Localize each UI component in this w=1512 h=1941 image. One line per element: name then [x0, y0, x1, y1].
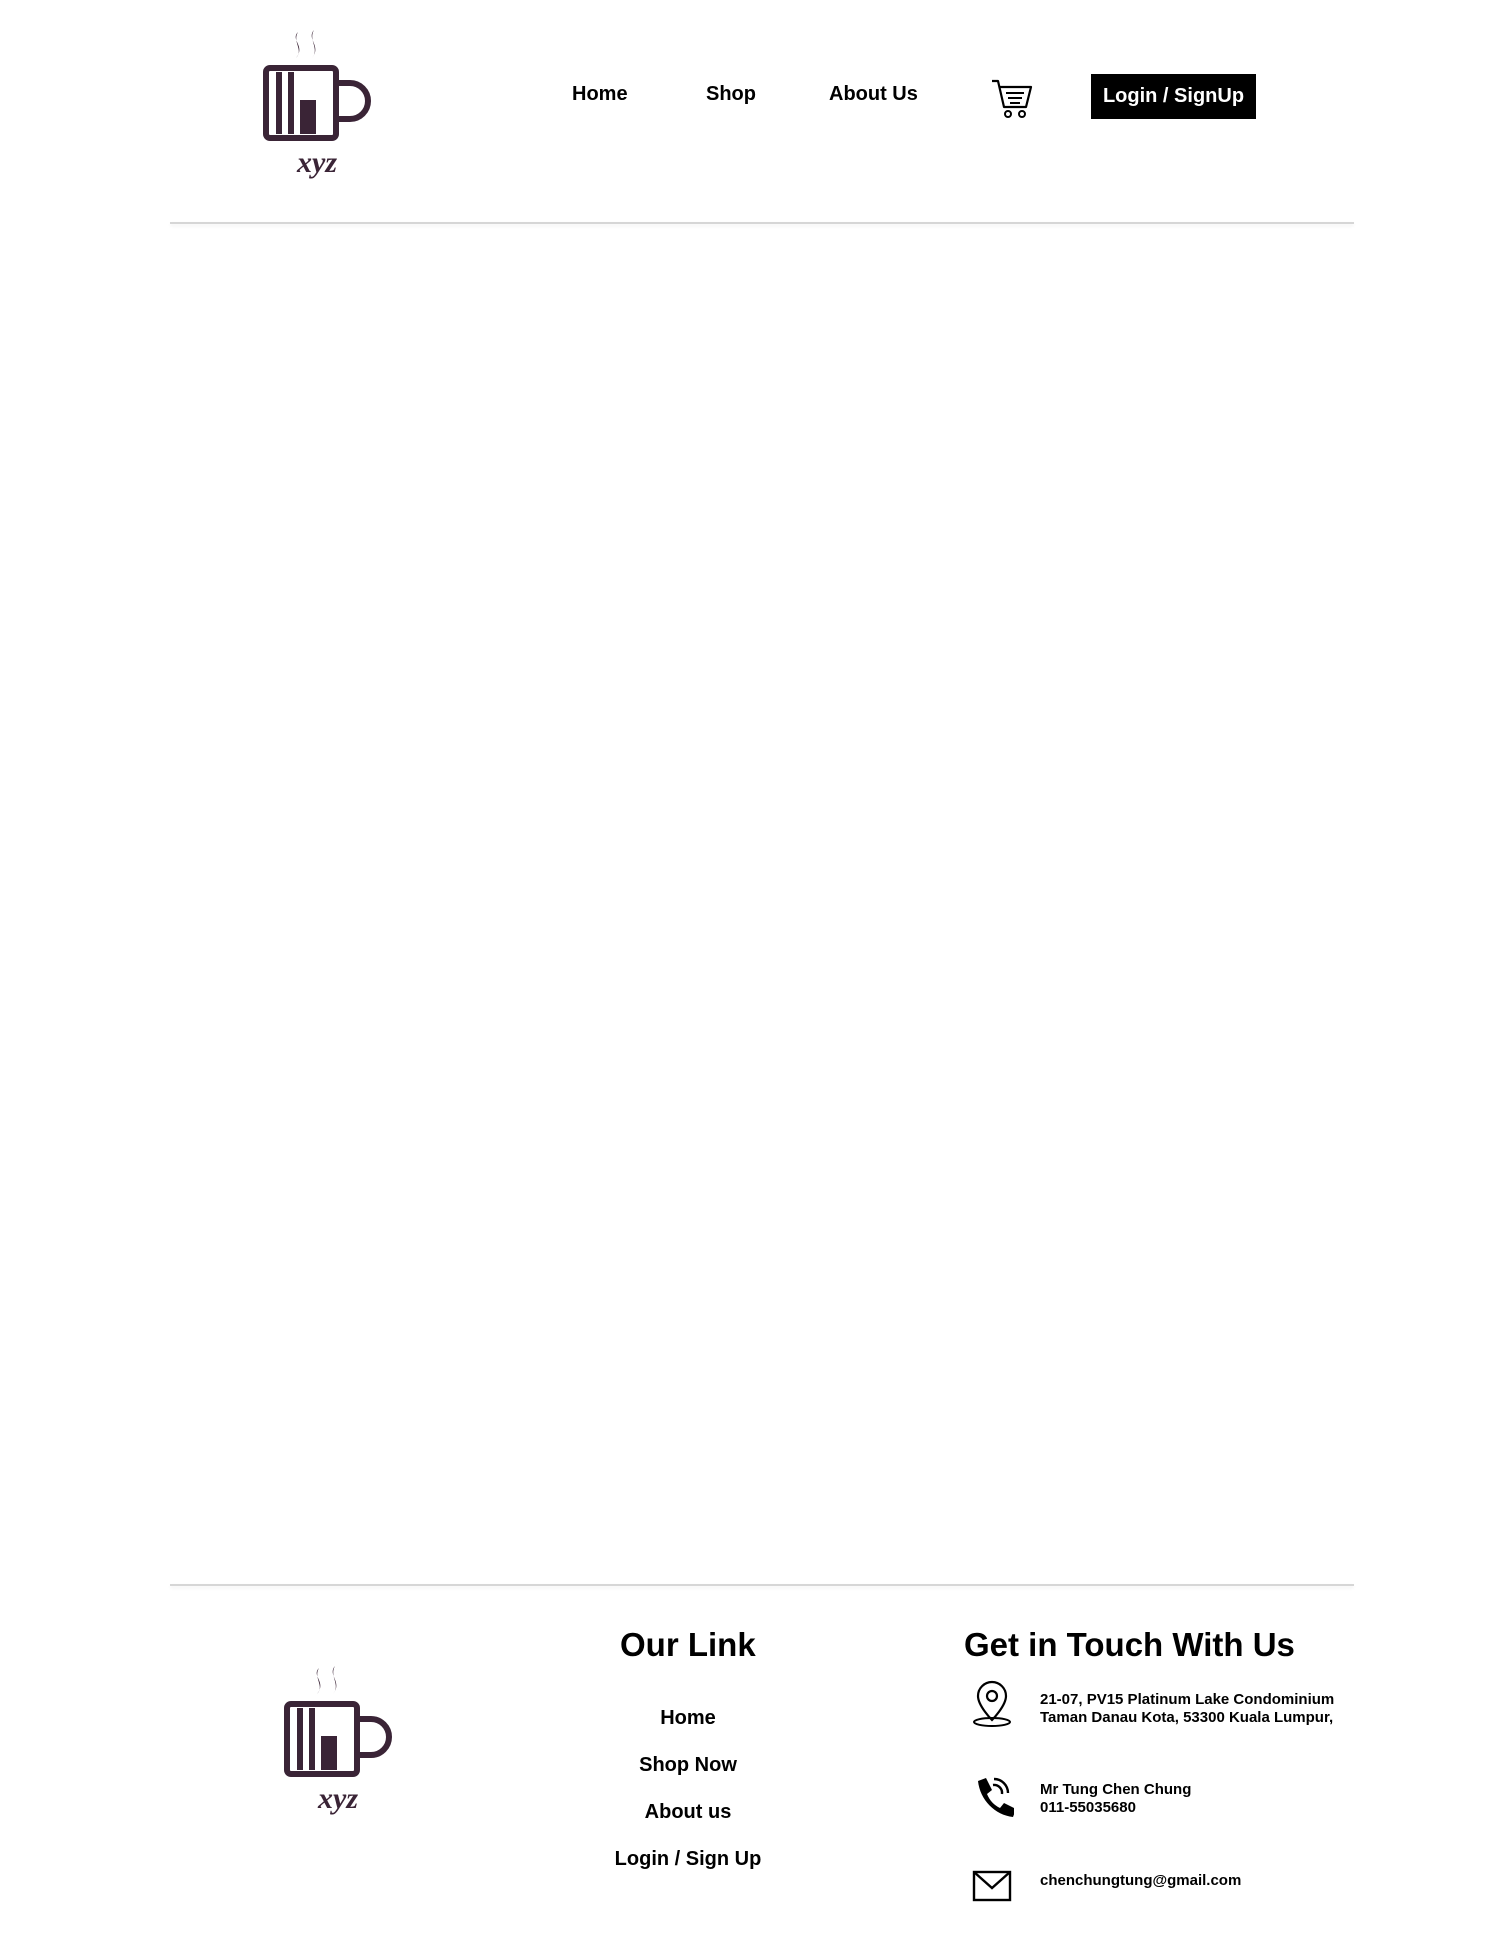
footer-link-home[interactable]: Home [588, 1707, 788, 1730]
mail-icon [970, 1862, 1014, 1912]
contact-address: 21-07, PV15 Platinum Lake Condominium Ta… [1040, 1691, 1334, 1727]
contact-phone: Mr Tung Chen Chung 011-55035680 [1040, 1781, 1191, 1817]
phone-icon [970, 1773, 1016, 1823]
login-signup-button[interactable]: Login / SignUp [1091, 74, 1256, 119]
footer-contact-heading: Get in Touch With Us [964, 1626, 1295, 1663]
logo-text: xyz [318, 1782, 358, 1815]
footer-link-login-signup[interactable]: Login / Sign Up [588, 1848, 788, 1871]
nav-shop[interactable]: Shop [706, 83, 756, 106]
coffee-mug-icon [263, 30, 371, 141]
footer-divider [170, 1584, 1354, 1586]
address-line-1: 21-07, PV15 Platinum Lake Condominium [1040, 1691, 1335, 1708]
main-content [170, 226, 1354, 1580]
shopping-cart-icon[interactable] [990, 78, 1034, 120]
nav-home[interactable]: Home [572, 83, 628, 106]
nav-about-us[interactable]: About Us [829, 83, 918, 106]
footer-logo[interactable]: xyz [283, 1664, 393, 1819]
footer-links-heading: Our Link [620, 1626, 756, 1663]
address-line-2: Taman Danau Kota, 53300 Kuala Lumpur, [1040, 1709, 1334, 1726]
logo-text: xyz [297, 146, 337, 179]
location-pin-icon [970, 1678, 1014, 1728]
header-logo[interactable]: xyz [262, 28, 372, 183]
footer-link-shop-now[interactable]: Shop Now [588, 1754, 788, 1777]
coffee-mug-icon [284, 1666, 392, 1777]
phone-number[interactable]: 011-55035680 [1040, 1799, 1191, 1817]
footer-link-about-us[interactable]: About us [588, 1801, 788, 1824]
header-divider [170, 222, 1354, 224]
contact-name: Mr Tung Chen Chung [1040, 1781, 1192, 1798]
contact-email[interactable]: chenchungtung@gmail.com [1040, 1872, 1241, 1890]
